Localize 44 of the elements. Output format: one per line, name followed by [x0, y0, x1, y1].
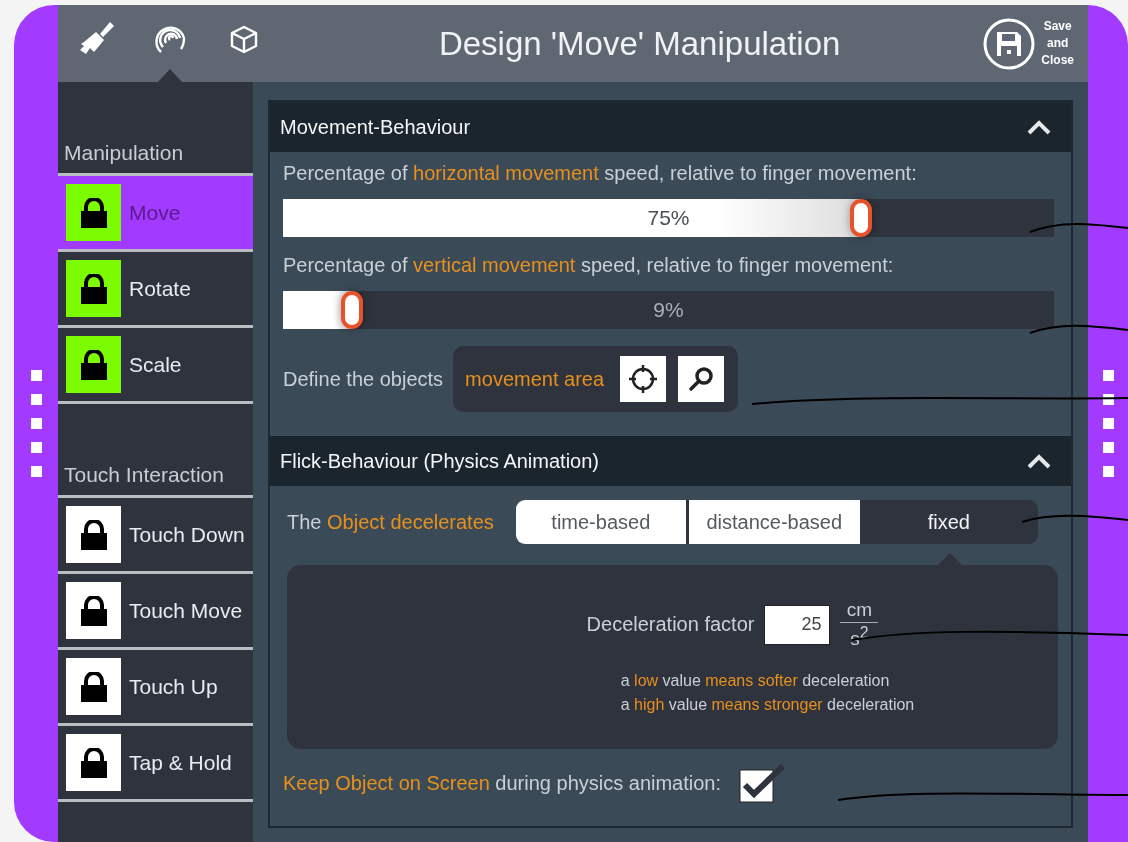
slider-track[interactable]: 9%: [283, 291, 1054, 329]
lock-icon: [80, 671, 107, 702]
lock-icon: [80, 519, 107, 550]
slider-reading: 75%: [647, 206, 690, 230]
dots-icon: [1102, 369, 1114, 478]
window-title: Design 'Move' Manipulation: [437, 24, 842, 63]
factor-label: Deceleration factor: [586, 613, 755, 637]
slider-track[interactable]: 75%: [283, 199, 1054, 237]
cube-icon: [229, 23, 259, 54]
lock-icon: [80, 197, 107, 228]
area-value: movement area: [465, 367, 606, 391]
keep-on-screen-label: Keep Object on Screen during physics animation:: [283, 771, 722, 795]
area-label: Define the objects: [283, 367, 444, 391]
search-icon: [687, 365, 716, 393]
chevron-up-icon: [1027, 119, 1051, 135]
section-title: Flick-Behaviour (Physics Animation): [280, 449, 599, 473]
collapse-button[interactable]: [1027, 453, 1051, 469]
crosshair-icon: [628, 364, 659, 394]
lock-icon: [80, 273, 107, 304]
section-title: Movement-Behaviour: [280, 115, 471, 139]
deceleration-label: The Object decelerates: [287, 510, 494, 534]
collapse-button[interactable]: [1027, 119, 1051, 135]
hint-text: a high value means stronger deceleration: [620, 696, 915, 715]
slider-label: Percentage of horizontal movement speed, relative to finger movement:: [283, 162, 918, 185]
sidebar-heading: Manipulation: [64, 141, 184, 165]
hint-text: a low value means softer deceleration: [620, 672, 891, 691]
slider-thumb[interactable]: [341, 291, 364, 329]
slider-label: Percentage of vertical movement speed, relative to finger movement:: [283, 254, 895, 277]
slider-reading: 9%: [653, 298, 684, 322]
chevron-up-icon: [1027, 453, 1051, 469]
factor-field[interactable]: 25: [764, 605, 831, 645]
save-icon: [983, 17, 1036, 70]
lock-icon: [80, 595, 107, 626]
mode-option[interactable]: time-based: [515, 500, 686, 544]
slider-thumb[interactable]: [850, 199, 873, 237]
sidebar-heading: Touch Interaction: [64, 463, 224, 487]
mode-option[interactable]: distance-based: [688, 500, 860, 544]
save-button[interactable]: Save and Close: [983, 17, 1088, 70]
lock-icon: [80, 349, 107, 380]
lock-icon: [80, 747, 107, 778]
dots-icon: [30, 369, 42, 478]
search-button[interactable]: [678, 356, 725, 402]
checkbox[interactable]: [739, 763, 788, 803]
target-button[interactable]: [620, 356, 667, 402]
